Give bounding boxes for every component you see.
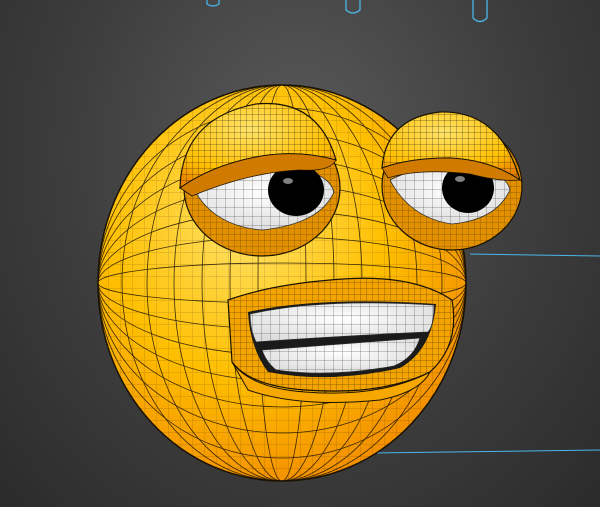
light-marker-center: [345, 0, 361, 14]
overhead-light-markers[interactable]: [206, 0, 488, 23]
mouth-mesh[interactable]: [227, 277, 455, 403]
scene-canvas: [97, 0, 600, 482]
right-eye-mesh[interactable]: [378, 105, 528, 251]
light-marker-right: [472, 0, 488, 23]
light-marker-left: [206, 0, 220, 7]
3d-viewport[interactable]: [0, 0, 600, 507]
horizon-guide-line: [469, 253, 600, 257]
